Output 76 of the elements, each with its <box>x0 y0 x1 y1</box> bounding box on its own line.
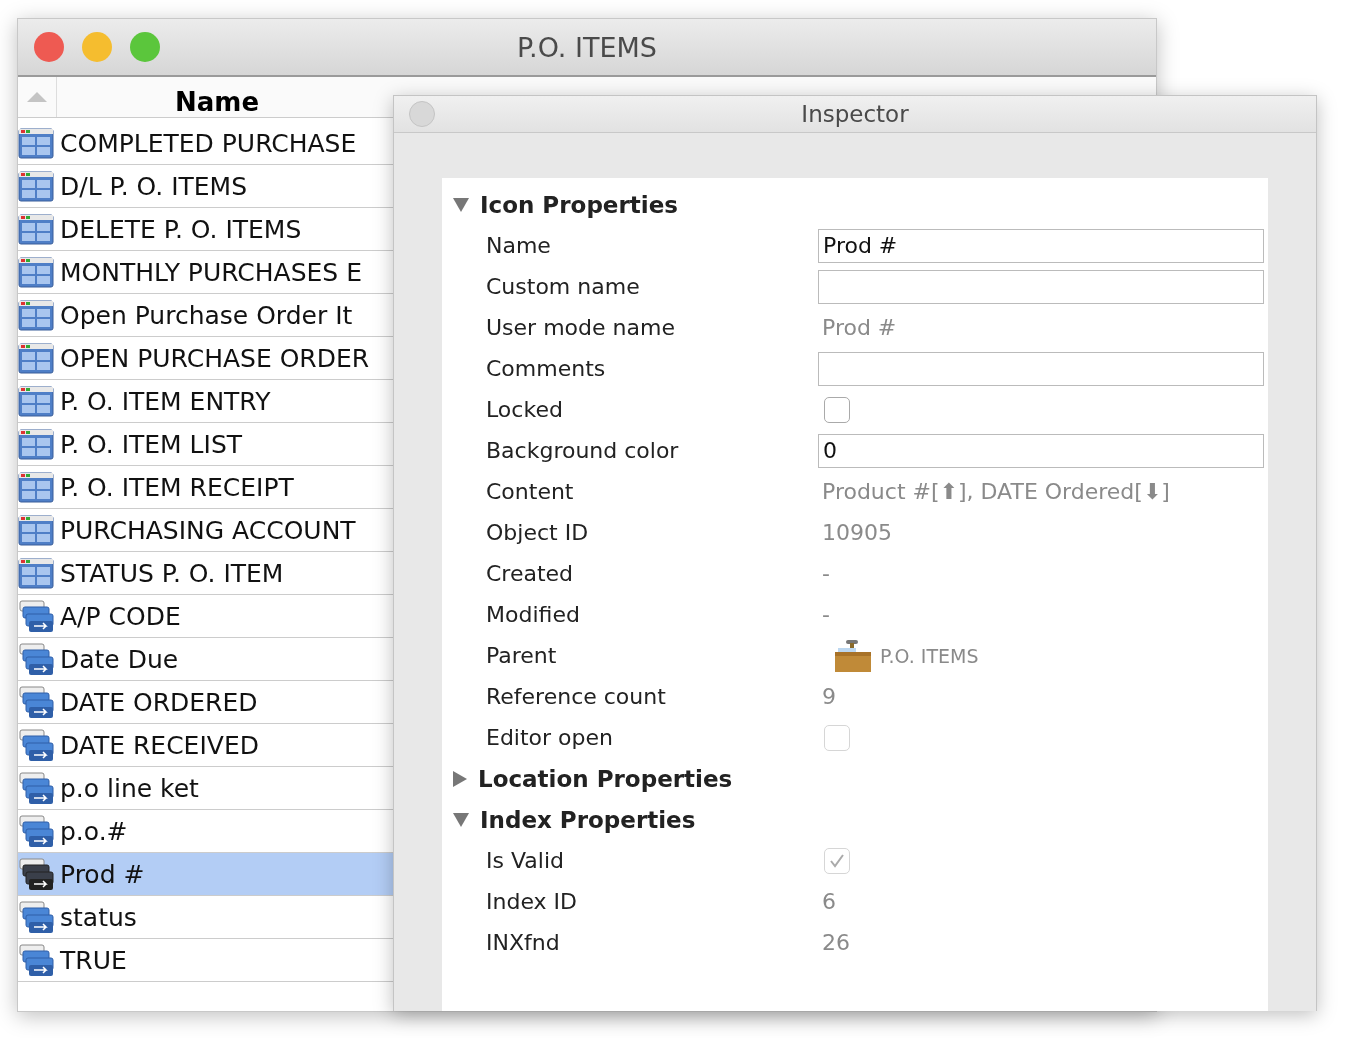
list-item[interactable]: P. O. ITEM LIST <box>18 423 394 466</box>
list-item[interactable]: Prod # <box>18 853 394 896</box>
list-item[interactable]: DELETE P. O. ITEMS <box>18 208 394 251</box>
property-label: Is Valid <box>485 848 565 873</box>
property-label: User mode name <box>485 315 676 340</box>
disclosure-triangle-icon[interactable] <box>452 811 470 828</box>
property-label: Modified <box>485 602 581 627</box>
form-icon <box>18 557 54 589</box>
property-label: Comments <box>485 356 607 381</box>
list-item[interactable]: DATE RECEIVED <box>18 724 394 767</box>
property-label: Locked <box>485 397 564 422</box>
form-icon <box>18 385 54 417</box>
property-label: Custom name <box>485 274 641 299</box>
form-icon <box>18 342 54 374</box>
list-item[interactable]: STATUS P. O. ITEM <box>18 552 394 595</box>
list-item[interactable]: Date Due <box>18 638 394 681</box>
list-item[interactable]: OPEN PURCHASE ORDER <box>18 337 394 380</box>
property-value: - <box>821 561 830 586</box>
form-icon <box>18 299 54 331</box>
property-label: INXfnd <box>485 930 561 955</box>
text-field[interactable] <box>818 269 1264 304</box>
list-item[interactable]: TRUE <box>18 939 394 982</box>
list-item[interactable]: COMPLETED PURCHASE <box>18 122 394 165</box>
column-header[interactable]: Name <box>175 87 259 117</box>
property-value: - <box>821 602 830 627</box>
parent-name: P.O. ITEMS <box>880 644 979 667</box>
property-label: Reference count <box>485 684 667 709</box>
sort-arrow-icon[interactable] <box>26 91 48 103</box>
disclosure-triangle-icon[interactable] <box>452 769 468 788</box>
zoom-button[interactable] <box>130 32 160 62</box>
list-item[interactable]: P. O. ITEM ENTRY <box>18 380 394 423</box>
property-label: Parent <box>485 643 558 668</box>
property-label: Created <box>485 561 575 586</box>
list-item[interactable]: status <box>18 896 394 939</box>
checkbox[interactable] <box>824 396 850 423</box>
list-item[interactable]: P. O. ITEM RECEIPT <box>18 466 394 509</box>
property-value: Prod # <box>821 315 897 340</box>
disclosure-triangle-icon[interactable] <box>452 196 470 213</box>
list-item[interactable]: MONTHLY PURCHASES E <box>18 251 394 294</box>
drawer-icon <box>834 638 872 673</box>
property-value: 26 <box>821 930 850 955</box>
close-button[interactable] <box>409 101 435 127</box>
property-label: Name <box>485 233 552 258</box>
section-heading[interactable]: Icon Properties <box>480 191 678 218</box>
form-icon <box>18 127 54 159</box>
section-heading[interactable]: Location Properties <box>478 765 733 792</box>
checkmark-icon <box>828 852 846 869</box>
list-item[interactable]: A/P CODE <box>18 595 394 638</box>
list-item[interactable]: D/L P. O. ITEMS <box>18 165 394 208</box>
form-icon <box>18 514 54 546</box>
form-icon <box>18 256 54 288</box>
property-value: 10905 <box>821 520 892 545</box>
window-title: P.O. ITEMS <box>517 31 657 63</box>
property-label: Object ID <box>485 520 590 545</box>
list-item[interactable]: DATE ORDERED <box>18 681 394 724</box>
property-value: 6 <box>821 889 836 914</box>
form-icon <box>18 428 54 460</box>
property-label: Index ID <box>485 889 578 914</box>
form-icon <box>18 213 54 245</box>
list-item[interactable]: p.o line ket <box>18 767 394 810</box>
text-field[interactable]: 0 <box>818 433 1264 468</box>
property-label: Background color <box>485 438 680 463</box>
form-icon <box>18 170 54 202</box>
form-icon <box>18 471 54 503</box>
close-button[interactable] <box>34 32 64 62</box>
text-field[interactable]: Prod # <box>818 228 1264 263</box>
list-item[interactable]: PURCHASING ACCOUNT <box>18 509 394 552</box>
minimize-button[interactable] <box>82 32 112 62</box>
text-field[interactable] <box>818 351 1264 386</box>
property-value: Product #[⬆], DATE Ordered[⬇] <box>821 479 1170 504</box>
property-label: Content <box>485 479 575 504</box>
property-label: Editor open <box>485 725 614 750</box>
section-heading[interactable]: Index Properties <box>480 806 696 833</box>
property-value: 9 <box>821 684 836 709</box>
list-item[interactable]: Open Purchase Order It <box>18 294 394 337</box>
window-title: Inspector <box>801 101 909 127</box>
